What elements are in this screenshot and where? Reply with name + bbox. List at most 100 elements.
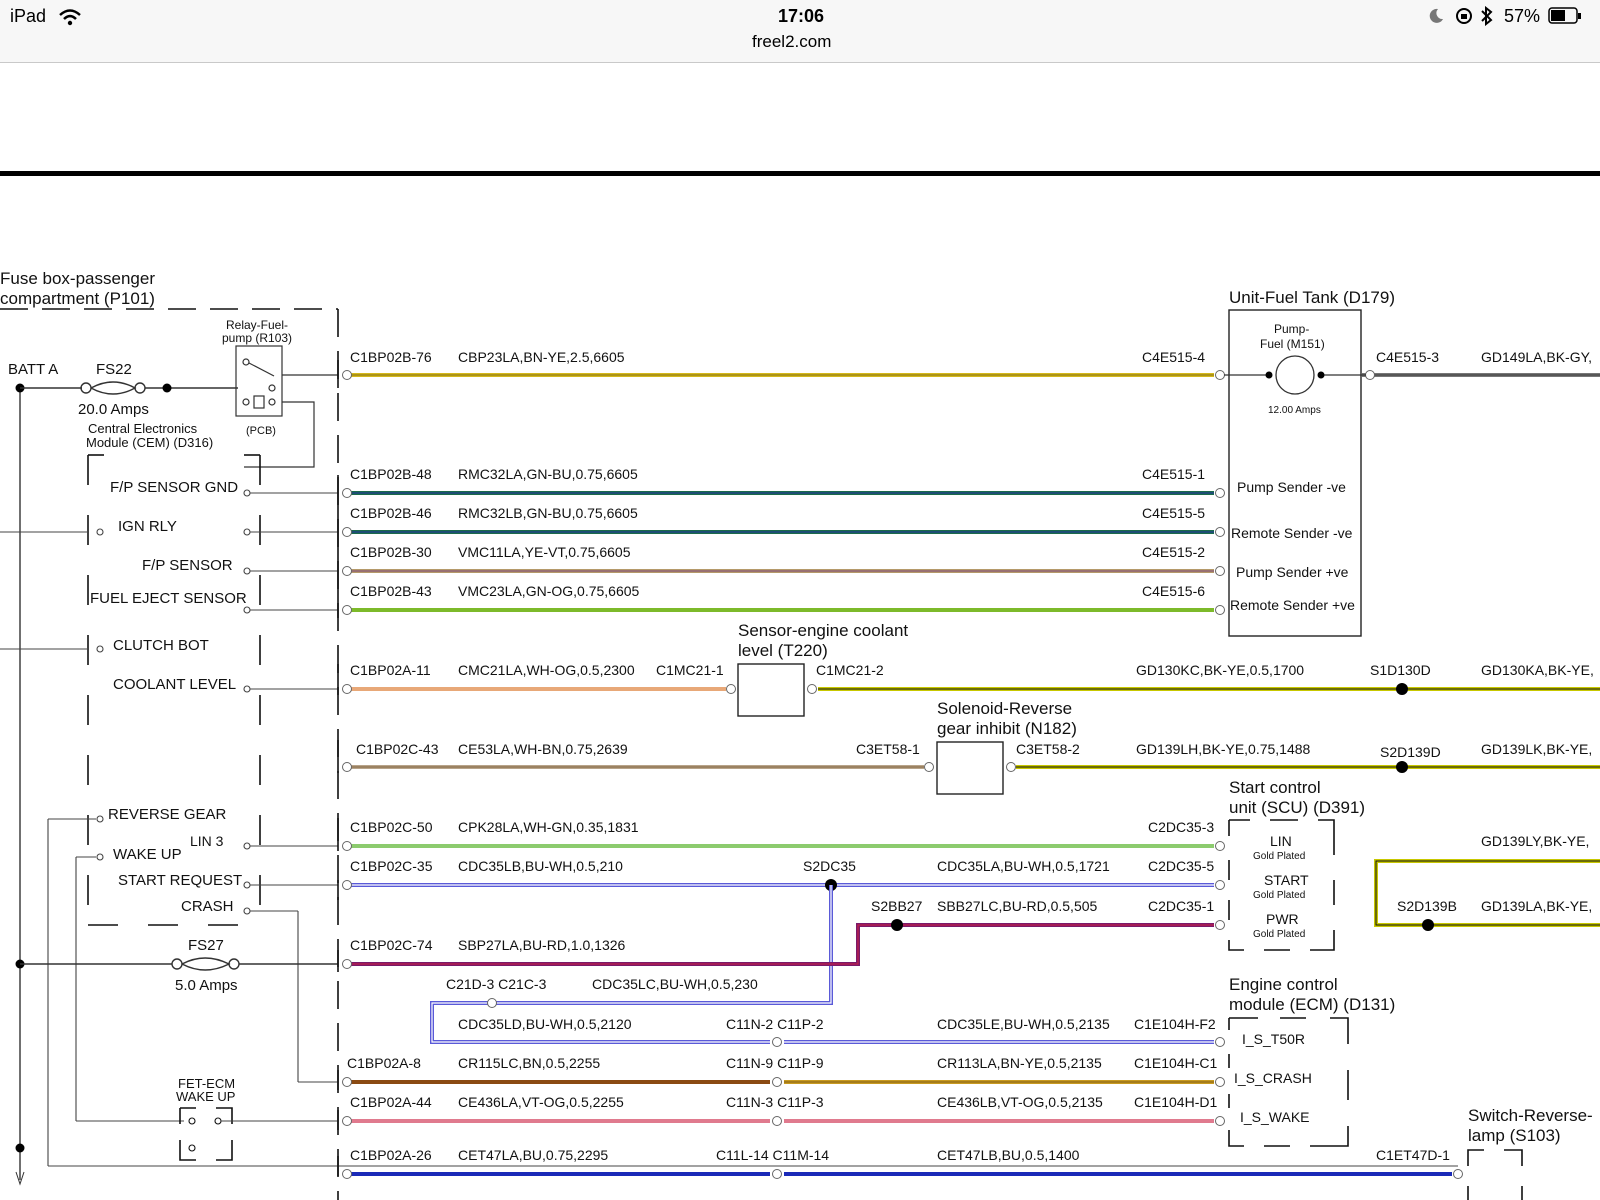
w7-out-code: GD139LH,BK-YE,0.75,1488 — [1136, 741, 1311, 757]
coolant-title-2: level (T220) — [738, 641, 828, 660]
w1-from: C1BP02B-76 — [350, 349, 432, 365]
w5-to: C4E515-6 — [1142, 583, 1205, 599]
solenoid-box — [936, 741, 1004, 795]
r2-splice: S2D139B — [1397, 898, 1457, 914]
w12-conn: C21D-3 C21C-3 — [446, 976, 547, 992]
pin-fp-sensor: F/P SENSOR — [142, 557, 233, 574]
pcb-label: (PCB) — [246, 425, 276, 437]
bus-node — [15, 1143, 25, 1153]
coolant-sensor-box — [737, 663, 805, 717]
scu-title-2: unit (SCU) (D391) — [1229, 798, 1365, 817]
w16-from: C1BP02A-26 — [350, 1147, 432, 1163]
pump-label-1: Pump- — [1274, 322, 1309, 336]
w2-from: C1BP02B-48 — [350, 466, 432, 482]
w5-code: VMC23LA,GN-OG,0.75,6605 — [458, 583, 640, 599]
w1-to: C4E515-4 — [1142, 349, 1205, 365]
w11-from: C1BP02C-74 — [350, 937, 433, 953]
ecm-t50r: I_S_T50R — [1242, 1031, 1305, 1047]
pump-sender-neg: Pump Sender -ve — [1237, 479, 1346, 495]
w9-to: C2DC35-5 — [1148, 858, 1214, 874]
w15-code: CE436LA,VT-OG,0.5,2255 — [458, 1094, 624, 1110]
w13-to: C1E104H-F2 — [1134, 1016, 1216, 1032]
solenoid-title-2: gear inhibit (N182) — [937, 719, 1077, 738]
w16-code2: CET47LB,BU,0.5,1400 — [937, 1147, 1080, 1163]
w8-to: C2DC35-3 — [1148, 819, 1214, 835]
w13-conn: C11N-2 C11P-2 — [726, 1016, 824, 1032]
pin-wake-up: WAKE UP — [113, 846, 182, 863]
w16-to: C1ET47D-1 — [1376, 1147, 1450, 1163]
w6-out-code: GD130KC,BK-YE,0.5,1700 — [1136, 662, 1304, 678]
remote-sender-neg: Remote Sender -ve — [1231, 525, 1353, 541]
relay-label-1: Relay-Fuel- — [226, 318, 288, 332]
w10-code: SBB27LC,BU-RD,0.5,505 — [937, 898, 1098, 914]
w7-code: CE53LA,WH-BN,0.75,2639 — [458, 741, 628, 757]
pin-ign-rly: IGN RLY — [118, 518, 177, 535]
fet-ecm-outline — [179, 1107, 233, 1161]
r1-code: GD139LY,BK-YE, — [1481, 833, 1589, 849]
fuse-fs27-icon — [171, 957, 240, 971]
pin-coolant-level: COOLANT LEVEL — [113, 676, 236, 693]
w4-to: C4E515-2 — [1142, 544, 1205, 560]
w13-code2: CDC35LE,BU-WH,0.5,2135 — [937, 1016, 1110, 1032]
w3-from: C1BP02B-46 — [350, 505, 432, 521]
pin-reverse-gear: REVERSE GEAR — [108, 806, 227, 823]
scu-start: START — [1264, 872, 1309, 888]
fs27-amps: 5.0 Amps — [175, 977, 238, 994]
w10-to: C2DC35-1 — [1148, 898, 1214, 914]
w7-splice: S2D139D — [1380, 744, 1441, 760]
w10-splice: S2BB27 — [871, 898, 923, 914]
w8-code: CPK28LA,WH-GN,0.35,1831 — [458, 819, 639, 835]
w11-code: SBP27LA,BU-RD,1.0,1326 — [458, 937, 626, 953]
w4-from: C1BP02B-30 — [350, 544, 432, 560]
w5-from: C1BP02B-43 — [350, 583, 432, 599]
w15-to: C1E104H-D1 — [1134, 1094, 1217, 1110]
w6-code: CMC21LA,WH-OG,0.5,2300 — [458, 662, 635, 678]
pin-crash: CRASH — [181, 898, 234, 915]
scu-lin-gold: Gold Plated — [1253, 851, 1305, 862]
w14-from: C1BP02A-8 — [347, 1055, 421, 1071]
pump-motor-icon — [1275, 355, 1315, 395]
switch-title-1: Switch-Reverse- — [1468, 1106, 1593, 1125]
coolant-title-1: Sensor-engine coolant — [738, 621, 908, 640]
fet-label-2: WAKE UP — [176, 1089, 235, 1104]
switch-title-2: lamp (S103) — [1468, 1126, 1561, 1145]
w14-to: C1E104H-C1 — [1134, 1055, 1217, 1071]
w6-from: C1BP02A-11 — [350, 662, 431, 678]
w6-out: C1MC21-2 — [816, 662, 884, 678]
ecm-title-2: module (ECM) (D131) — [1229, 995, 1395, 1014]
w9-from: C1BP02C-35 — [350, 858, 433, 874]
relay-box — [235, 345, 283, 417]
switch-outline — [1467, 1149, 1523, 1200]
w1-out: C4E515-3 — [1376, 349, 1439, 365]
fusebox-title-1: Fuse box-passenger — [0, 269, 155, 288]
solenoid-title-1: Solenoid-Reverse — [937, 699, 1072, 718]
w7-out-code2: GD139LK,BK-YE, — [1481, 741, 1592, 757]
batt-label: BATT A — [8, 361, 58, 378]
pin-clutch-bot: CLUTCH BOT — [113, 637, 209, 654]
scu-start-gold: Gold Plated — [1253, 890, 1305, 901]
w13-code: CDC35LD,BU-WH,0.5,2120 — [458, 1016, 632, 1032]
ecm-title-1: Engine control — [1229, 975, 1338, 994]
w7-out: C3ET58-2 — [1016, 741, 1080, 757]
w14-code2: CR113LA,BN-YE,0.5,2135 — [937, 1055, 1102, 1071]
scu-lin: LIN — [1270, 833, 1292, 849]
w12-code: CDC35LC,BU-WH,0.5,230 — [592, 976, 758, 992]
fusebox-title-2: compartment (P101) — [0, 289, 155, 308]
w3-code: RMC32LB,GN-BU,0.75,6605 — [458, 505, 638, 521]
w1-out-code: GD149LA,BK-GY, — [1481, 349, 1592, 365]
w15-from: C1BP02A-44 — [350, 1094, 432, 1110]
w6-splice: S1D130D — [1370, 662, 1431, 678]
w1-code: CBP23LA,BN-YE,2.5,6605 — [458, 349, 625, 365]
w14-conn: C11N-9 C11P-9 — [726, 1055, 824, 1071]
pin-lin3: LIN 3 — [190, 833, 224, 849]
w6-out-code2: GD130KA,BK-YE, — [1481, 662, 1594, 678]
pin-start-request: START REQUEST — [118, 872, 242, 889]
w7-from: C1BP02C-43 — [356, 741, 439, 757]
w9-code2: CDC35LA,BU-WH,0.5,1721 — [937, 858, 1110, 874]
ecm-crash: I_S_CRASH — [1234, 1070, 1312, 1086]
ecm-wake: I_S_WAKE — [1240, 1109, 1310, 1125]
pin-fp-sensor-gnd: F/P SENSOR GND — [110, 479, 238, 496]
scu-pwr-gold: Gold Plated — [1253, 929, 1305, 940]
w15-code2: CE436LB,VT-OG,0.5,2135 — [937, 1094, 1103, 1110]
relay-switch-icon — [242, 358, 276, 409]
